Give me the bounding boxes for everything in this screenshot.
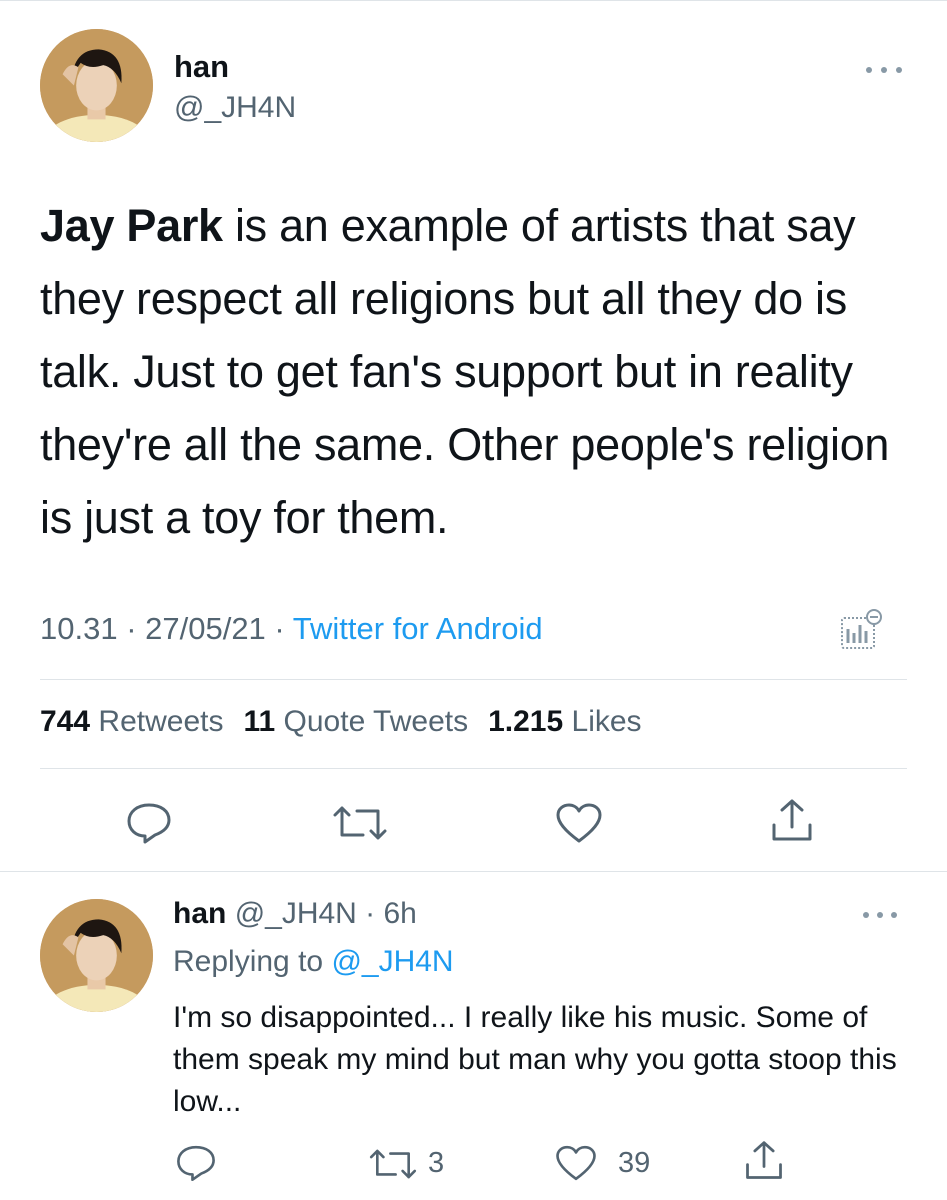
more-horizontal-icon[interactable] (866, 63, 902, 77)
reply-text: I'm so disappointed... I really like his… (173, 1001, 897, 1118)
retweets-stat[interactable]: 744 Retweets (40, 705, 223, 738)
likes-stat[interactable]: 1.215 Likes (488, 705, 641, 738)
reply-retweet-count: 3 (428, 1147, 445, 1179)
share-icon[interactable] (768, 797, 816, 845)
share-icon[interactable] (742, 1139, 786, 1183)
avatar[interactable] (40, 29, 153, 142)
source-link[interactable]: Twitter for Android (293, 611, 543, 646)
replying-prefix: Replying to (173, 945, 332, 978)
likes-label: Likes (571, 705, 642, 738)
reply-author-name[interactable]: han (173, 897, 226, 930)
replying-to: Replying to @_JH4N (173, 945, 454, 979)
reply-icon[interactable] (174, 1143, 218, 1183)
tweet-body: is an example of artists that say they r… (40, 200, 890, 543)
reply-header: han @_JH4N · 6h (173, 897, 417, 931)
quotes-label: Quote Tweets (283, 705, 469, 738)
divider (40, 768, 907, 769)
likes-count: 1.215 (488, 705, 564, 738)
retweets-count: 744 (40, 705, 91, 738)
tweet-detail-page: han @_JH4N Jay Park is an example of art… (0, 0, 947, 1200)
tweet-header: han @_JH4N (40, 29, 910, 144)
quotes-count: 11 (243, 705, 276, 738)
replying-mention-link[interactable]: @_JH4N (331, 945, 453, 978)
reply-like-count: 39 (618, 1147, 651, 1179)
retweet-icon[interactable] (366, 1146, 420, 1182)
tweet-text: Jay Park is an example of artists that s… (40, 189, 920, 554)
analytics-icon[interactable] (838, 607, 884, 653)
retweets-label: Retweets (98, 705, 224, 738)
reply-meta[interactable]: @_JH4N · 6h (235, 897, 417, 930)
more-horizontal-icon[interactable] (863, 908, 897, 922)
mention-link[interactable]: Jay Park (40, 200, 223, 251)
engagement-stats: 744 Retweets 11 Quote Tweets 1.215 Likes (40, 705, 642, 739)
author-handle[interactable]: @_JH4N (174, 91, 296, 125)
avatar[interactable] (40, 899, 153, 1012)
retweet-icon[interactable] (329, 803, 391, 843)
author-name[interactable]: han (174, 49, 229, 85)
avatar-image (40, 29, 153, 142)
heart-icon[interactable] (554, 801, 604, 845)
quotes-stat[interactable]: 11 Quote Tweets (243, 705, 468, 738)
tweet-meta: 10.31 · 27/05/21 · Twitter for Android (40, 611, 543, 647)
heart-icon[interactable] (554, 1143, 598, 1183)
section-divider (0, 871, 947, 872)
reply-icon[interactable] (124, 801, 174, 845)
timestamp[interactable]: 10.31 · 27/05/21 · (40, 611, 293, 646)
avatar-image (40, 899, 153, 1012)
divider (40, 679, 907, 680)
